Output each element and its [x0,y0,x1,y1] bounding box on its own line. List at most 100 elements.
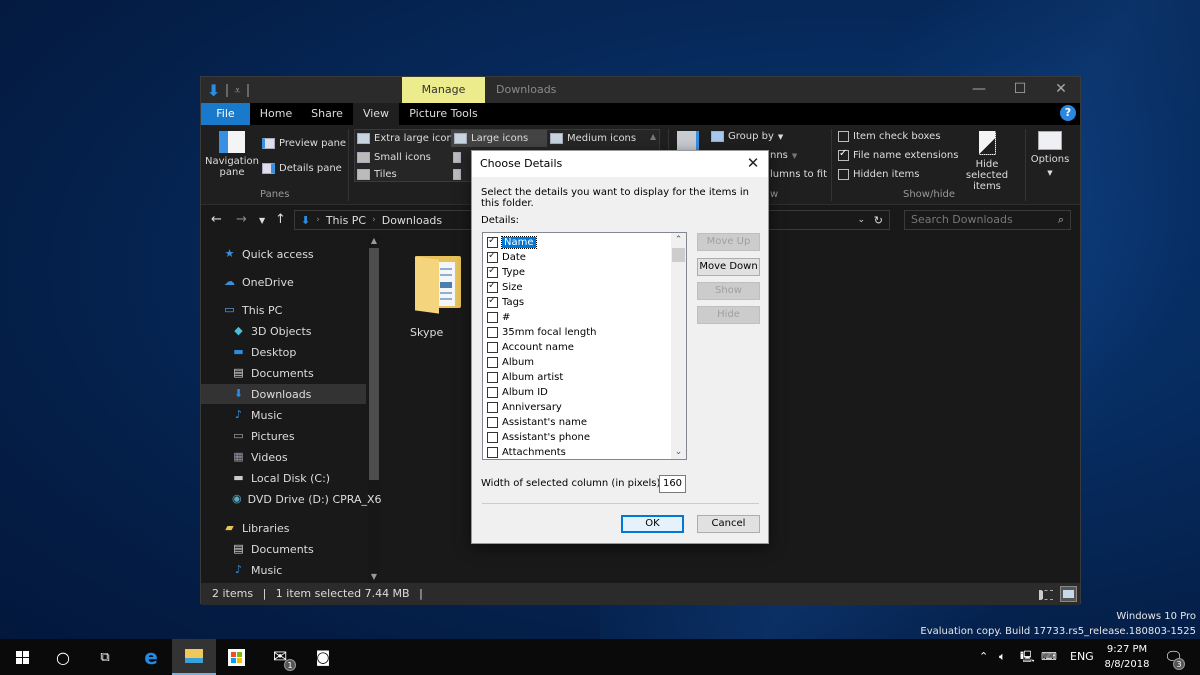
edge-button[interactable]: e [129,639,173,675]
checkbox[interactable] [487,327,498,338]
nav-item[interactable]: ▦ Videos [201,447,366,467]
detail-list-item[interactable]: Name [487,235,537,250]
medium-icons-option[interactable]: Medium icons [550,133,636,144]
detail-list-item[interactable]: Type [487,265,525,280]
folder-item[interactable] [415,252,465,314]
details-view-toggle[interactable] [1039,586,1056,602]
checkbox[interactable] [487,447,498,458]
small-icons-option[interactable]: Small icons [357,152,431,163]
checkbox[interactable] [487,312,498,323]
volume-icon[interactable]: 🔈︎ [999,639,1006,675]
checkbox[interactable] [487,417,498,428]
breadcrumb-this-pc[interactable]: This PC [326,214,366,227]
details-pane-button[interactable]: Details pane [262,163,342,174]
size-columns-to-fit-button[interactable]: lumns to fit [770,169,827,180]
cortana-button[interactable]: ○ [41,639,85,675]
details-listbox[interactable]: ⌃ ⌄ Name Date Type Size Tags #35mm focal leng… [482,232,687,460]
extra-large-icons-option[interactable]: Extra large icons [357,133,458,144]
tab-view[interactable]: View [353,103,399,125]
details-option[interactable] [453,169,461,180]
nav-item[interactable]: ▰ Libraries [201,518,366,538]
detail-list-item[interactable]: Size [487,280,523,295]
nav-item[interactable]: ▬ Local Disk (C:) [201,468,366,488]
nav-item[interactable]: ▤ Documents [201,539,366,559]
detail-list-item[interactable]: Anniversary [487,400,562,415]
tab-manage[interactable]: Manage [402,77,485,103]
dialog-close-button[interactable]: ✕ [738,151,768,177]
detail-list-item[interactable]: Assistant's name [487,415,587,430]
close-button[interactable]: ✕ [1041,77,1081,103]
checkbox[interactable] [487,432,498,443]
detail-list-item[interactable]: Attachments [487,445,566,459]
maximize-button[interactable]: ☐ [1000,77,1040,103]
search-input[interactable]: Search Downloads ⌕ [904,210,1071,230]
detail-list-item[interactable]: Album [487,355,534,370]
forward-arrow-icon[interactable]: → [236,212,247,227]
tab-file[interactable]: File [201,103,250,125]
checkbox[interactable] [487,265,498,278]
checkbox[interactable] [838,169,849,180]
add-columns-button[interactable]: nns ▼ [770,150,797,161]
checkbox[interactable] [487,402,498,413]
download-icon[interactable]: ⬇ [207,81,220,100]
help-icon[interactable]: ? [1060,105,1076,121]
customize-qat-icon[interactable]: ⩡ [234,84,240,98]
checkbox[interactable] [487,372,498,383]
nav-item[interactable]: ▬ Desktop [201,342,366,362]
detail-list-item[interactable]: Album artist [487,370,563,385]
clock[interactable]: 9:27 PM 8/8/2018 [1100,642,1154,672]
large-icons-option[interactable]: Large icons [451,130,547,147]
preview-pane-button[interactable]: Preview pane [262,138,346,149]
minimize-button[interactable]: — [959,77,999,103]
breadcrumb-downloads[interactable]: Downloads [382,214,442,227]
file-name-extensions-toggle[interactable]: File name extensions [838,148,958,161]
detail-list-item[interactable]: Date [487,250,526,265]
checkbox[interactable] [487,342,498,353]
hidden-items-toggle[interactable]: Hidden items [838,169,919,180]
move-up-button[interactable]: Move Up [697,233,760,251]
list-option[interactable] [453,152,461,163]
store-button[interactable] [214,639,258,675]
nav-item[interactable]: ♪ Music [201,560,366,580]
mixed-reality-button[interactable]: ◙ [301,639,345,675]
checkbox[interactable] [487,250,498,263]
keyboard-icon[interactable]: ⌨ [1041,639,1057,675]
nav-item[interactable]: ▤ Documents [201,363,366,383]
move-down-button[interactable]: Move Down [697,258,760,276]
nav-item[interactable]: ★ Quick access [201,244,366,264]
nav-item[interactable]: ☁ OneDrive [201,272,366,292]
address-history-icon[interactable]: ⌄ [857,215,865,225]
checkbox[interactable] [487,235,498,248]
refresh-icon[interactable]: ↻ [874,214,883,227]
detail-list-item[interactable]: Account name [487,340,574,355]
checkbox[interactable] [487,357,498,368]
tab-home[interactable]: Home [251,103,301,125]
detail-list-item[interactable]: # [487,310,510,325]
item-check-boxes-toggle[interactable]: Item check boxes [838,131,941,142]
tab-share[interactable]: Share [302,103,352,125]
tab-picture-tools[interactable]: Picture Tools [402,103,485,125]
recent-locations-icon[interactable]: ▼ [259,216,265,225]
detail-list-item[interactable]: Tags [487,295,524,310]
nav-item[interactable]: ◉ DVD Drive (D:) CPRA_X64I [201,489,381,509]
checkbox[interactable] [487,387,498,398]
hide-selected-items-button[interactable]: Hide selected items [955,131,1019,192]
nav-item[interactable]: ▭ This PC [201,300,366,320]
scroll-down-icon[interactable]: ⌄ [671,447,686,457]
tiles-option[interactable]: Tiles [357,169,397,180]
options-button[interactable]: Options ▼ [1029,131,1071,177]
nav-pane-scrollbar[interactable]: ▲ ▼ [368,234,380,583]
detail-list-item[interactable]: Assistant's phone [487,430,590,445]
listbox-scrollbar[interactable]: ⌃ ⌄ [671,233,686,459]
start-button[interactable] [0,639,44,675]
cancel-button[interactable]: Cancel [697,515,760,533]
scrollbar-thumb[interactable] [672,248,685,262]
scroll-down-icon[interactable]: ▼ [368,572,380,581]
scroll-up-icon[interactable]: ▲ [368,236,380,245]
network-icon[interactable]: 🖳 [1020,639,1035,675]
file-explorer-button[interactable] [172,639,216,675]
checkbox[interactable] [487,295,498,308]
nav-item[interactable]: ▭ Pictures [201,426,366,446]
scroll-up-icon[interactable]: ⌃ [671,235,686,245]
detail-list-item[interactable]: 35mm focal length [487,325,596,340]
